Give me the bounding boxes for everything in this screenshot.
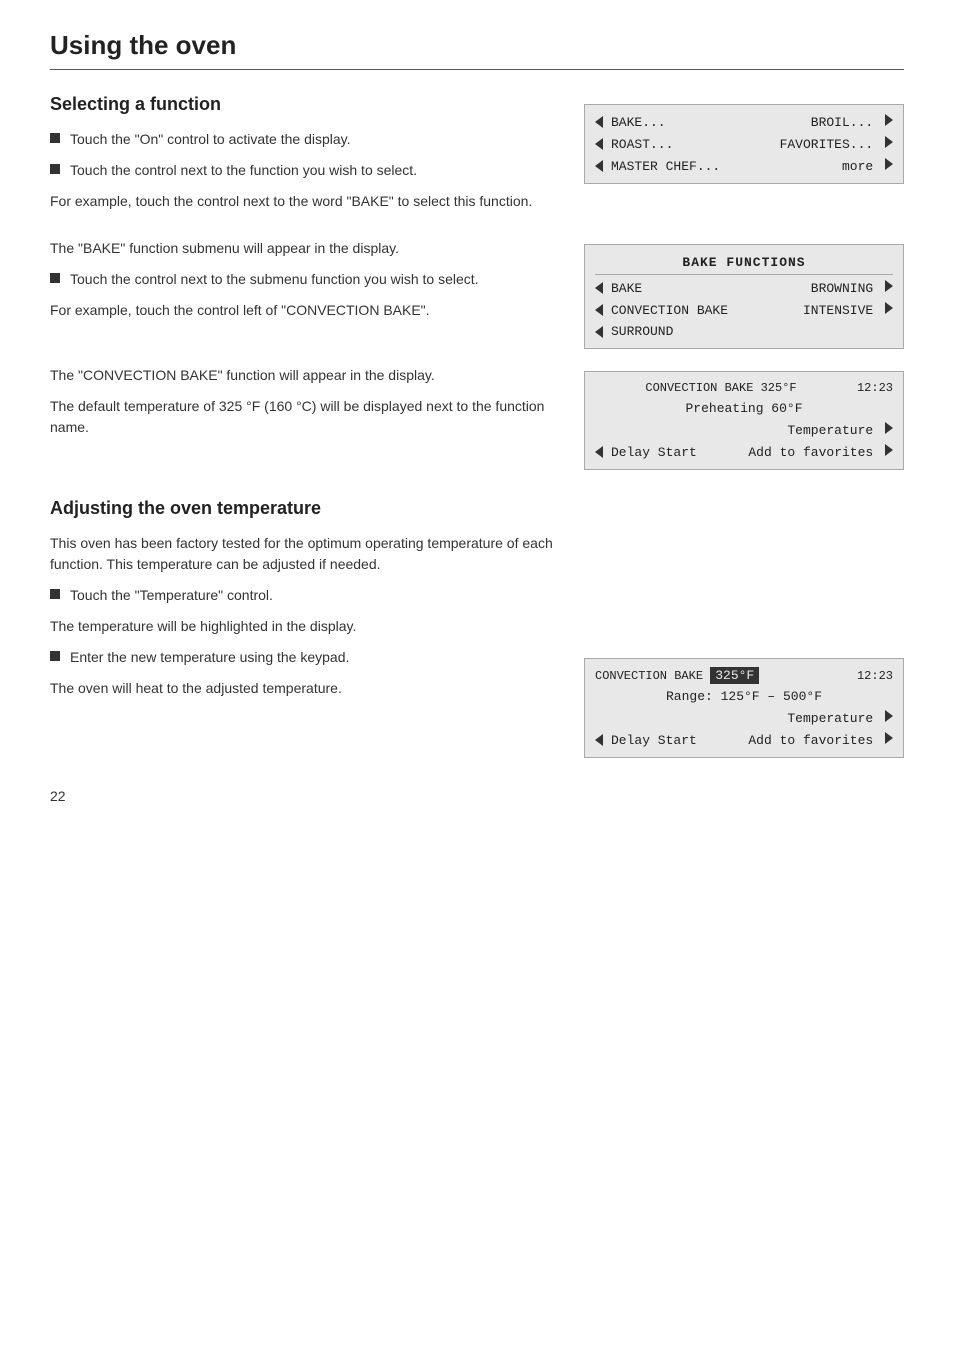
lcd-cell: Temperature <box>787 710 893 726</box>
lcd-cell: ROAST... <box>611 137 673 152</box>
display2-container: BAKE FUNCTIONS BAKE BROWNING CONVECTION … <box>584 238 904 349</box>
lcd-header: BAKE FUNCTIONS <box>595 251 893 275</box>
lcd-cell: BROWNING <box>811 280 893 296</box>
bullet-item: Touch the control next to the function y… <box>50 160 554 181</box>
lcd-cell: Add to favorites <box>748 444 893 460</box>
lcd-row: CONVECTION BAKE 325°F 12:23 <box>595 665 893 686</box>
lcd-row: Preheating 60°F <box>595 398 893 419</box>
bullet-text-1: Touch the "On" control to activate the d… <box>70 129 351 150</box>
bullet-icon <box>50 164 60 174</box>
tri-left-icon <box>595 138 603 150</box>
lcd-cell: CONVECTION BAKE <box>611 303 728 318</box>
display3-container: CONVECTION BAKE 325°F 12:23 Preheating 6… <box>584 365 904 470</box>
lcd-cell: MASTER CHEF... <box>611 159 720 174</box>
bullet-item: Touch the "Temperature" control. <box>50 585 554 606</box>
lcd-cell: Delay Start <box>611 733 697 748</box>
text-block: The temperature will be highlighted in t… <box>50 616 554 637</box>
lcd-cell: BROIL... <box>811 114 893 130</box>
lcd-cell: CONVECTION BAKE 325°F <box>595 668 759 683</box>
lcd-cell: Range: 125°F – 500°F <box>666 689 822 704</box>
lcd-cell: 12:23 <box>857 669 893 683</box>
text-block: For example, touch the control left of "… <box>50 300 554 321</box>
display1-container: BAKE... BROIL... ROAST... FAVORITES... <box>584 94 904 222</box>
page-title: Using the oven <box>50 30 904 70</box>
text-block: The oven will heat to the adjusted tempe… <box>50 678 554 699</box>
text-block: The "BAKE" function submenu will appear … <box>50 238 554 259</box>
tri-right-icon <box>885 444 893 456</box>
lcd-cell: Add to favorites <box>748 732 893 748</box>
bullet-text-3: Touch the control next to the submenu fu… <box>70 269 479 290</box>
lcd-row: MASTER CHEF... more <box>595 155 893 177</box>
lcd-row: Range: 125°F – 500°F <box>595 686 893 707</box>
bullet-item: Touch the control next to the submenu fu… <box>50 269 554 290</box>
lcd-cell: Delay Start <box>611 445 697 460</box>
tri-right-icon <box>885 158 893 170</box>
lcd-display-4: CONVECTION BAKE 325°F 12:23 Range: 125°F… <box>584 658 904 758</box>
tri-right-icon <box>885 710 893 722</box>
tri-left-icon <box>595 326 603 338</box>
bullet-icon <box>50 651 60 661</box>
section2-left: Adjusting the oven temperature This oven… <box>50 498 554 758</box>
lcd-cell: 12:23 <box>857 381 893 395</box>
section-adjusting-temperature: Adjusting the oven temperature This oven… <box>50 498 904 758</box>
tri-right-icon <box>885 732 893 744</box>
lcd-display-3: CONVECTION BAKE 325°F 12:23 Preheating 6… <box>584 371 904 470</box>
temp-highlight: 325°F <box>710 667 759 684</box>
text-block: For example, touch the control next to t… <box>50 191 554 212</box>
tri-left-icon <box>595 282 603 294</box>
text-block: This oven has been factory tested for th… <box>50 533 554 575</box>
lcd-cell: Preheating 60°F <box>685 401 802 416</box>
bullet-item: Touch the "On" control to activate the d… <box>50 129 554 150</box>
display4-container: CONVECTION BAKE 325°F 12:23 Range: 125°F… <box>584 498 904 758</box>
lcd-cell: more <box>842 158 893 174</box>
tri-right-icon <box>885 280 893 292</box>
bullet-icon <box>50 589 60 599</box>
tri-left-icon <box>595 160 603 172</box>
tri-left-icon <box>595 304 603 316</box>
lcd-row: CONVECTION BAKE 325°F 12:23 <box>595 378 893 398</box>
lcd-row: Temperature <box>595 707 893 729</box>
tri-right-icon <box>885 422 893 434</box>
tri-right-icon <box>885 302 893 314</box>
bullet-text-2: Touch the control next to the function y… <box>70 160 417 181</box>
lcd-cell: BAKE <box>611 281 642 296</box>
text-block: The default temperature of 325 °F (160 °… <box>50 396 554 438</box>
lcd-cell: Temperature <box>787 422 893 438</box>
lcd-row: CONVECTION BAKE INTENSIVE <box>595 299 893 321</box>
lcd-row: BAKE... BROIL... <box>595 111 893 133</box>
bullet-icon <box>50 133 60 143</box>
section-selecting-function: Selecting a function Touch the "On" cont… <box>50 94 904 470</box>
tri-left-icon <box>595 446 603 458</box>
section1-left-3: The "CONVECTION BAKE" function will appe… <box>50 365 554 470</box>
section1-left: Selecting a function Touch the "On" cont… <box>50 94 554 222</box>
bullet-icon <box>50 273 60 283</box>
lcd-cell: BAKE... <box>611 115 666 130</box>
lcd-display-1: BAKE... BROIL... ROAST... FAVORITES... <box>584 104 904 184</box>
text-block: The "CONVECTION BAKE" function will appe… <box>50 365 554 386</box>
lcd-cell: CONVECTION BAKE 325°F <box>595 381 847 395</box>
section1-left-2: The "BAKE" function submenu will appear … <box>50 238 554 349</box>
lcd-row: Temperature <box>595 419 893 441</box>
tri-right-icon <box>885 136 893 148</box>
lcd-row: Delay Start Add to favorites <box>595 441 893 463</box>
section2-title: Adjusting the oven temperature <box>50 498 554 519</box>
section1-title: Selecting a function <box>50 94 554 115</box>
lcd-row: Delay Start Add to favorites <box>595 729 893 751</box>
bullet-text: Touch the "Temperature" control. <box>70 585 273 606</box>
lcd-cell: SURROUND <box>611 324 673 339</box>
bullet-text: Enter the new temperature using the keyp… <box>70 647 349 668</box>
lcd-row: ROAST... FAVORITES... <box>595 133 893 155</box>
lcd-row: BAKE BROWNING <box>595 277 893 299</box>
page-number: 22 <box>50 788 904 804</box>
lcd-row: SURROUND <box>595 321 893 342</box>
tri-right-icon <box>885 114 893 126</box>
lcd-display-2: BAKE FUNCTIONS BAKE BROWNING CONVECTION … <box>584 244 904 349</box>
lcd-cell: INTENSIVE <box>803 302 893 318</box>
tri-left-icon <box>595 116 603 128</box>
tri-left-icon <box>595 734 603 746</box>
lcd-cell: FAVORITES... <box>780 136 893 152</box>
bullet-item: Enter the new temperature using the keyp… <box>50 647 554 668</box>
